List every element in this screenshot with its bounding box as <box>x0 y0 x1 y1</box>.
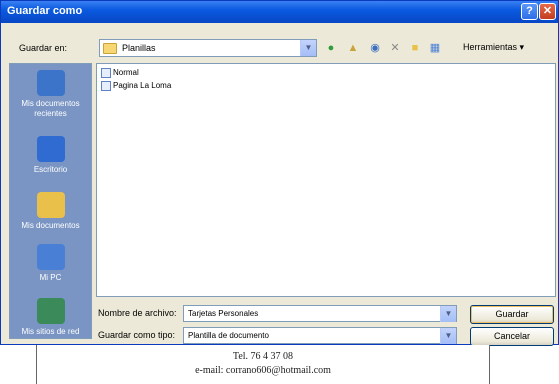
tools-menu[interactable]: Herramientas ▾ <box>463 42 524 53</box>
save-as-dialog: Guardar como ? ✕ Guardar en: Planillas ▼… <box>0 0 559 346</box>
place-label: Escritorio <box>33 165 68 174</box>
help-button[interactable]: ? <box>521 3 538 20</box>
save-in-value: Planillas <box>122 43 156 53</box>
delete-icon[interactable]: ✕ <box>387 40 403 56</box>
save-as-type-dropdown[interactable]: Plantilla de documento ▼ <box>183 327 457 344</box>
my-documents-icon <box>36 192 65 218</box>
file-name-value: Tarjetas Personales <box>188 309 259 318</box>
place-my-documents[interactable]: Mis documentos <box>10 192 91 231</box>
place-recent-documents[interactable]: Mis documentos recientes <box>10 70 91 119</box>
save-as-type-value: Plantilla de documento <box>188 331 269 340</box>
desktop-icon <box>36 136 65 162</box>
my-computer-icon <box>36 244 65 270</box>
close-button[interactable]: ✕ <box>539 3 556 20</box>
document-page: Tel. 76 4 37 08 e-mail: corrano606@hotma… <box>36 345 490 384</box>
document-template-icon <box>101 68 111 78</box>
file-name-label: Nombre de archivo: <box>98 308 177 318</box>
place-label: Mis documentos <box>21 221 80 230</box>
email-line: e-mail: corrano606@hotmail.com <box>195 365 331 376</box>
cancel-button[interactable]: Cancelar <box>470 327 554 346</box>
recent-documents-icon <box>36 70 65 96</box>
folder-icon <box>103 43 117 54</box>
title-bar[interactable]: Guardar como ? ✕ <box>1 1 558 23</box>
save-button[interactable]: Guardar <box>470 305 554 324</box>
file-name-field[interactable]: Tarjetas Personales ▼ <box>183 305 457 322</box>
save-in-dropdown[interactable]: Planillas ▼ <box>99 39 317 57</box>
new-folder-icon[interactable]: ■ <box>407 40 423 56</box>
back-icon[interactable]: ● <box>323 40 339 56</box>
place-desktop[interactable]: Escritorio <box>10 136 91 175</box>
place-network[interactable]: Mis sitios de red <box>10 298 91 337</box>
up-folder-icon[interactable]: ▲ <box>345 40 361 56</box>
list-item[interactable]: Normal <box>101 68 139 80</box>
places-bar: Mis documentos recientes Escritorio Mis … <box>9 63 92 339</box>
dialog-title: Guardar como <box>7 5 83 17</box>
place-label: Mis sitios de red <box>21 327 80 336</box>
search-web-icon[interactable]: ◉ <box>367 40 383 56</box>
phone-line: Tel. 76 4 37 08 <box>232 351 294 362</box>
chevron-down-icon[interactable]: ▼ <box>300 40 316 56</box>
place-label: Mi PC <box>39 273 62 282</box>
chevron-down-icon[interactable]: ▼ <box>440 306 456 322</box>
place-label: Mis documentos <box>21 99 80 108</box>
save-as-type-label: Guardar como tipo: <box>98 330 176 340</box>
list-item[interactable]: Pagina La Loma <box>101 81 171 93</box>
place-label: recientes <box>34 109 67 118</box>
file-list[interactable]: Normal Pagina La Loma <box>96 63 556 297</box>
file-name: Pagina La Loma <box>113 81 172 91</box>
place-my-computer[interactable]: Mi PC <box>10 244 91 283</box>
network-places-icon <box>36 298 65 324</box>
views-icon[interactable]: ▦ <box>427 40 443 56</box>
document-template-icon <box>101 81 111 91</box>
save-in-label: Guardar en: <box>19 43 68 53</box>
chevron-down-icon[interactable]: ▼ <box>440 328 456 344</box>
file-name: Normal <box>113 68 139 78</box>
